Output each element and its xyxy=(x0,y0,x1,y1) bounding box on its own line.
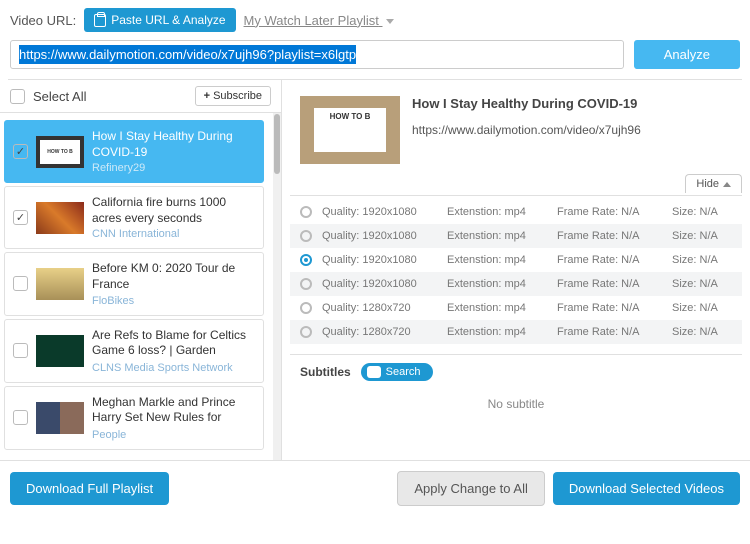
item-channel: CNN International xyxy=(92,228,255,240)
quality-radio[interactable] xyxy=(300,326,312,338)
item-channel: Refinery29 xyxy=(92,162,255,174)
item-channel: People xyxy=(92,429,255,441)
item-checkbox[interactable] xyxy=(13,144,28,159)
clipboard-icon xyxy=(94,14,106,27)
quality-quality: Quality: 1280x720 xyxy=(322,326,437,338)
quality-radio[interactable] xyxy=(300,206,312,218)
quality-radio[interactable] xyxy=(300,254,312,266)
item-channel: CLNS Media Sports Network xyxy=(92,362,255,374)
quality-radio[interactable] xyxy=(300,278,312,290)
quality-row[interactable]: Quality: 1920x1080 Extenstion: mp4 Frame R… xyxy=(290,248,742,272)
item-checkbox[interactable] xyxy=(13,343,28,358)
quality-ext: Extenstion: mp4 xyxy=(447,254,547,266)
video-title: How I Stay Healthy During COVID-19 xyxy=(412,96,732,111)
item-checkbox[interactable] xyxy=(13,210,28,225)
video-url-label: Video URL: xyxy=(10,13,76,28)
chevron-down-icon xyxy=(386,19,394,24)
item-title: Before KM 0: 2020 Tour de France xyxy=(92,261,255,292)
video-url: https://www.dailymotion.com/video/x7ujh9… xyxy=(412,123,732,137)
quality-size: Size: N/A xyxy=(672,254,732,266)
quality-quality: Quality: 1920x1080 xyxy=(322,230,437,242)
plus-icon: + xyxy=(204,90,210,102)
quality-ext: Extenstion: mp4 xyxy=(447,278,547,290)
search-icon xyxy=(367,366,381,378)
quality-ext: Extenstion: mp4 xyxy=(447,230,547,242)
quality-quality: Quality: 1920x1080 xyxy=(322,206,437,218)
quality-size: Size: N/A xyxy=(672,302,732,314)
quality-fps: Frame Rate: N/A xyxy=(557,254,662,266)
video-list: HOW TO B How I Stay Healthy During COVID-… xyxy=(0,113,273,460)
hide-button[interactable]: Hide xyxy=(685,174,742,193)
quality-radio[interactable] xyxy=(300,230,312,242)
list-item[interactable]: Before KM 0: 2020 Tour de France FloBikes xyxy=(4,252,264,315)
list-item[interactable]: Are Refs to Blame for Celtics Game 6 los… xyxy=(4,319,264,383)
quality-fps: Frame Rate: N/A xyxy=(557,230,662,242)
quality-ext: Extenstion: mp4 xyxy=(447,206,547,218)
item-thumbnail: HOW TO B xyxy=(36,136,84,168)
quality-fps: Frame Rate: N/A xyxy=(557,278,662,290)
select-all-checkbox[interactable] xyxy=(10,89,25,104)
subscribe-button[interactable]: + Subscribe xyxy=(195,86,271,106)
list-item[interactable]: California fire burns 1000 acres every s… xyxy=(4,186,264,249)
item-title: Are Refs to Blame for Celtics Game 6 los… xyxy=(92,328,255,360)
item-title: Meghan Markle and Prince Harry Set New R… xyxy=(92,395,255,427)
select-all-label: Select All xyxy=(33,89,187,104)
quality-fps: Frame Rate: N/A xyxy=(557,326,662,338)
quality-fps: Frame Rate: N/A xyxy=(557,206,662,218)
item-title: How I Stay Healthy During COVID-19 xyxy=(92,129,255,160)
quality-row[interactable]: Quality: 1280x720 Extenstion: mp4 Frame Ra… xyxy=(290,320,742,344)
quality-size: Size: N/A xyxy=(672,206,732,218)
item-thumbnail xyxy=(36,402,84,434)
item-checkbox[interactable] xyxy=(13,276,28,291)
quality-quality: Quality: 1280x720 xyxy=(322,302,437,314)
quality-quality: Quality: 1920x1080 xyxy=(322,278,437,290)
list-item[interactable]: Meghan Markle and Prince Harry Set New R… xyxy=(4,386,264,450)
download-full-playlist-button[interactable]: Download Full Playlist xyxy=(10,472,169,505)
item-title: California fire burns 1000 acres every s… xyxy=(92,195,255,226)
download-selected-videos-button[interactable]: Download Selected Videos xyxy=(553,472,740,505)
list-item[interactable]: HOW TO B How I Stay Healthy During COVID-… xyxy=(4,120,264,183)
quality-fps: Frame Rate: N/A xyxy=(557,302,662,314)
analyze-button[interactable]: Analyze xyxy=(634,40,740,69)
quality-row[interactable]: Quality: 1920x1080 Extenstion: mp4 Frame R… xyxy=(290,200,742,224)
watch-later-link[interactable]: My Watch Later Playlist xyxy=(244,13,394,28)
quality-size: Size: N/A xyxy=(672,230,732,242)
quality-list: Quality: 1920x1080 Extenstion: mp4 Frame R… xyxy=(290,196,742,348)
scrollbar[interactable] xyxy=(273,113,281,460)
quality-quality: Quality: 1920x1080 xyxy=(322,254,437,266)
item-channel: FloBikes xyxy=(92,295,255,307)
quality-row[interactable]: Quality: 1280x720 Extenstion: mp4 Frame Ra… xyxy=(290,296,742,320)
item-checkbox[interactable] xyxy=(13,410,28,425)
quality-ext: Extenstion: mp4 xyxy=(447,326,547,338)
quality-row[interactable]: Quality: 1920x1080 Extenstion: mp4 Frame R… xyxy=(290,224,742,248)
url-input[interactable]: https://www.dailymotion.com/video/x7ujh9… xyxy=(10,40,624,69)
item-thumbnail xyxy=(36,268,84,300)
paste-btn-label: Paste URL & Analyze xyxy=(111,13,225,27)
quality-ext: Extenstion: mp4 xyxy=(447,302,547,314)
quality-radio[interactable] xyxy=(300,302,312,314)
no-subtitle-text: No subtitle xyxy=(300,381,732,427)
apply-change-to-all-button[interactable]: Apply Change to All xyxy=(397,471,544,506)
search-subtitles-button[interactable]: Search xyxy=(361,363,433,381)
video-thumbnail: HOW TO B xyxy=(300,96,400,164)
paste-url-analyze-button[interactable]: Paste URL & Analyze xyxy=(84,8,235,32)
subtitles-label: Subtitles xyxy=(300,365,351,379)
item-thumbnail xyxy=(36,335,84,367)
quality-row[interactable]: Quality: 1920x1080 Extenstion: mp4 Frame R… xyxy=(290,272,742,296)
quality-size: Size: N/A xyxy=(672,326,732,338)
quality-size: Size: N/A xyxy=(672,278,732,290)
item-thumbnail xyxy=(36,202,84,234)
chevron-up-icon xyxy=(723,182,731,187)
